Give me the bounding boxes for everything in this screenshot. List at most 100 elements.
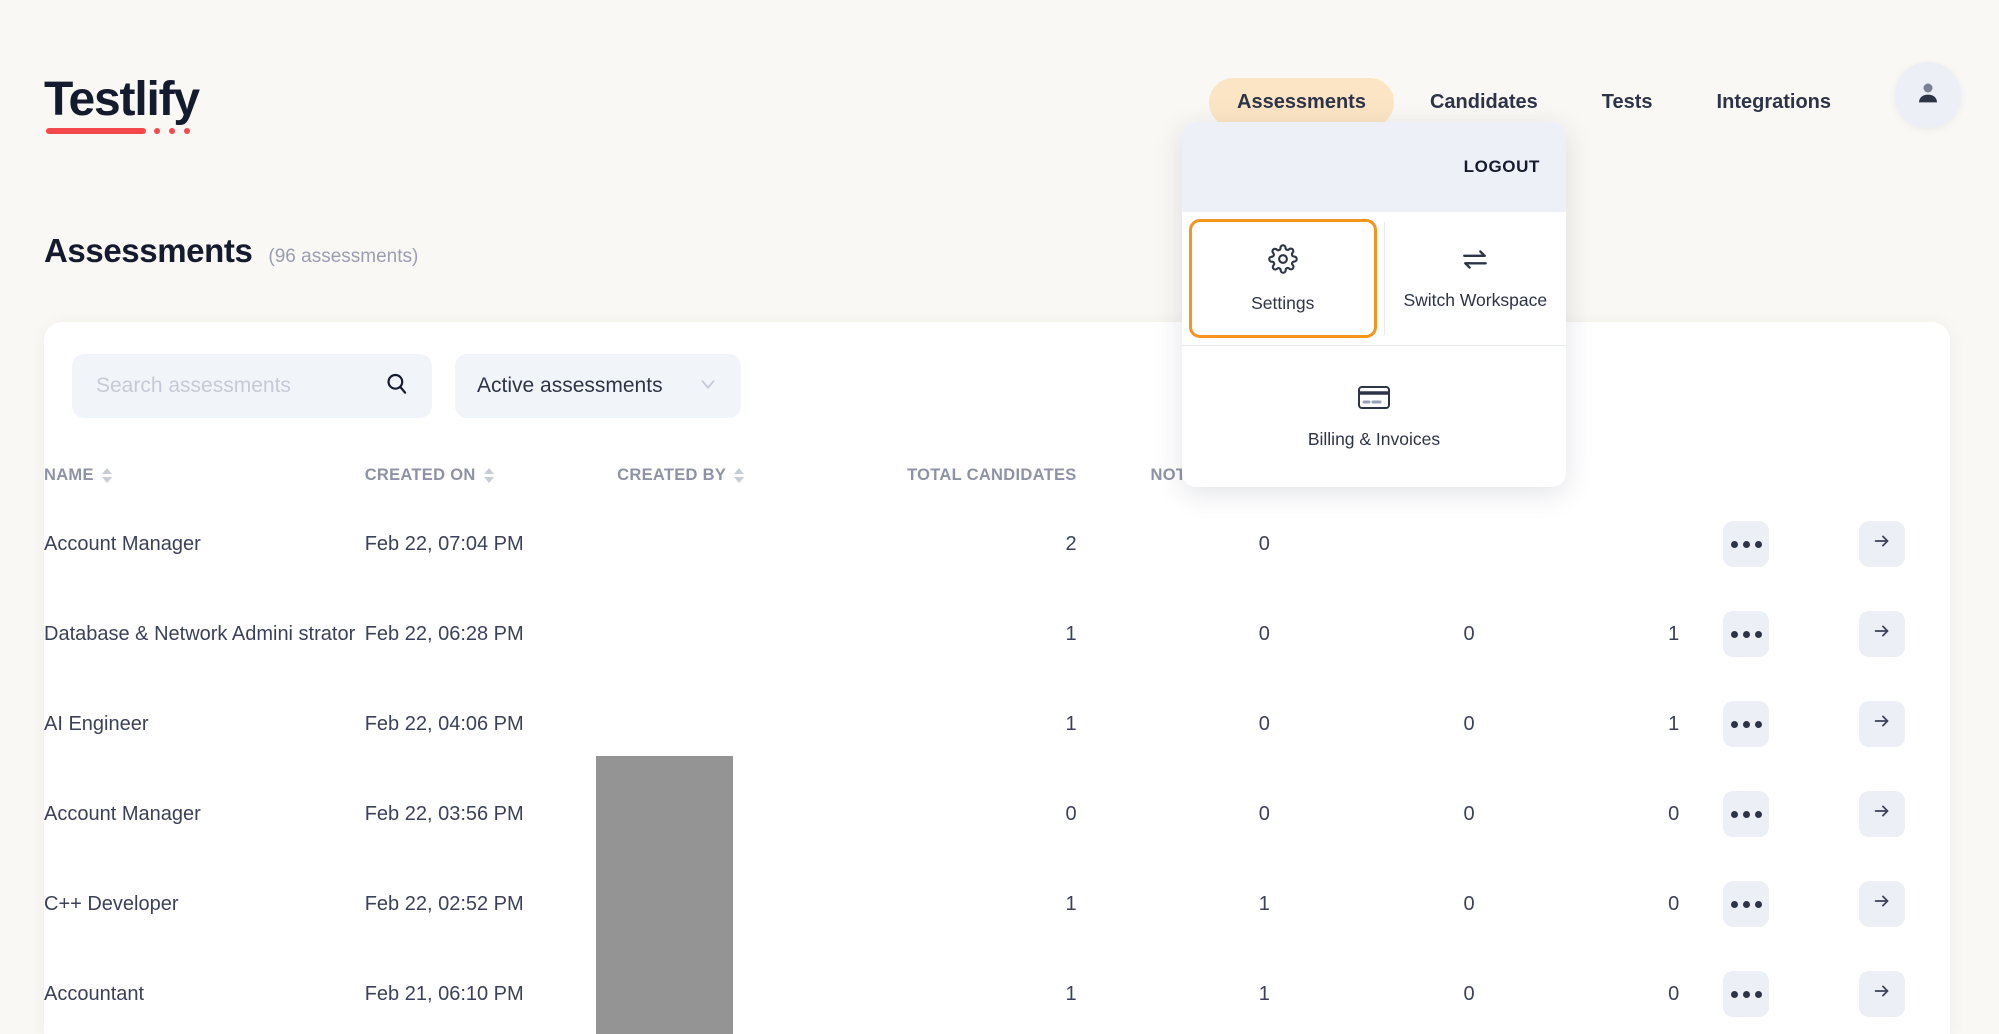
profile-menu-label-switch-workspace: Switch Workspace [1403,289,1548,310]
table-row[interactable]: Accountant Feb 21, 06:10 PM 1 1 0 0 [44,949,1950,1034]
table-row[interactable]: AI Engineer Feb 22, 04:06 PM 1 0 0 1 [44,679,1950,769]
sort-icon[interactable] [101,467,112,484]
gear-icon [1267,243,1298,279]
cell-in-progress: 0 [1463,622,1475,645]
cell-in-progress: 0 [1463,802,1475,825]
page-title-row: Assessments (96 assessments) [44,232,418,270]
cell-row-open [1813,589,1950,679]
arrow-right-icon [1871,890,1893,918]
search-icon[interactable] [384,371,410,402]
column-header-total-candidates: TOTAL CANDIDATES [881,452,1077,499]
profile-menu-item-settings[interactable]: Settings [1189,219,1377,338]
cell-row-menu [1679,949,1813,1034]
cell-row-menu [1679,769,1813,859]
cell-row-open [1813,499,1950,589]
row-menu-button[interactable] [1723,881,1770,927]
arrow-right-icon [1871,710,1893,738]
cell-created-by [617,499,881,589]
filter-select-value: Active assessments [477,374,663,397]
sort-icon[interactable] [734,467,745,484]
chevron-down-icon [697,373,719,400]
cell-in-progress [1270,499,1475,589]
logo-underline [46,128,146,134]
search-input[interactable] [94,373,384,399]
cell-name: Account Manager [44,802,201,825]
app-logo[interactable]: Testlify [44,76,200,124]
cell-not-started: 0 [1258,802,1270,825]
arrow-right-icon [1871,530,1893,558]
cell-in-progress: 0 [1463,712,1475,735]
nav-item-assessments[interactable]: Assessments [1209,78,1394,127]
sort-icon[interactable] [483,467,494,484]
column-header-created-on[interactable]: CREATED ON [365,452,617,499]
page-subtitle: (96 assessments) [268,246,419,267]
row-open-button[interactable] [1858,971,1905,1017]
row-open-button[interactable] [1858,521,1905,567]
column-header-menu [1679,452,1813,499]
cell-not-started: 1 [1258,892,1270,915]
cell-completed: 0 [1668,892,1680,915]
table-row[interactable]: Account Manager Feb 22, 07:04 PM 2 0 [44,499,1950,589]
page-title: Assessments [44,232,253,269]
row-menu-button[interactable] [1723,971,1770,1017]
swap-arrows-icon [1460,247,1490,276]
cell-total-candidates: 0 [1065,802,1077,825]
cell-created-by [617,589,881,679]
profile-menu-item-switch-workspace[interactable]: Switch Workspace [1384,212,1566,345]
table-toolbar: Active assessments [72,354,741,418]
row-open-button[interactable] [1858,791,1905,837]
profile-menu-label-settings: Settings [1251,292,1315,313]
filter-select[interactable]: Active assessments [455,354,741,418]
column-header-created-by[interactable]: CREATED BY [617,452,881,499]
table-row[interactable]: C++ Developer Feb 22, 02:52 PM 1 1 0 0 [44,859,1950,949]
row-open-button[interactable] [1858,881,1905,927]
cell-completed: 1 [1668,712,1680,735]
cell-total-candidates: 1 [1065,892,1077,915]
nav-item-candidates[interactable]: Candidates [1402,78,1566,127]
ellipsis-icon [1730,810,1762,818]
cell-row-open [1813,769,1950,859]
table-row[interactable]: Account Manager Feb 22, 03:56 PM 0 0 0 0 [44,769,1950,859]
cell-row-menu [1679,589,1813,679]
row-menu-button[interactable] [1723,521,1770,567]
cell-created-on: Feb 21, 06:10 PM [364,982,524,1005]
cell-total-candidates: 1 [1065,982,1077,1005]
profile-dropdown-header: LOGOUT [1182,122,1566,212]
row-menu-button[interactable] [1723,701,1770,747]
ellipsis-icon [1730,540,1762,548]
ellipsis-icon [1730,630,1762,638]
credit-card-icon [1357,384,1391,415]
profile-dropdown: LOGOUT Settings Switch Workspace Billing… [1182,122,1566,487]
profile-menu-item-billing[interactable]: Billing & Invoices [1182,346,1566,487]
cell-total-candidates: 1 [1065,712,1077,735]
cell-row-open [1813,859,1950,949]
logout-button[interactable]: LOGOUT [1464,157,1540,177]
ellipsis-icon [1730,900,1762,908]
column-header-name[interactable]: NAME [44,452,365,499]
ellipsis-icon [1730,720,1762,728]
cell-row-menu [1679,859,1813,949]
cell-total-candidates: 2 [1065,532,1077,555]
cell-completed [1475,499,1680,589]
cell-created-on: Feb 22, 04:06 PM [364,712,524,735]
table-row[interactable]: Database & Network Admini strator Feb 22… [44,589,1950,679]
cell-created-on: Feb 22, 02:52 PM [364,892,524,915]
cell-created-on: Feb 22, 07:04 PM [364,532,524,555]
nav-item-tests[interactable]: Tests [1574,78,1681,127]
cell-name: Database & Network Admini strator [44,622,356,645]
row-menu-button[interactable] [1723,791,1770,837]
cell-not-started: 1 [1258,982,1270,1005]
nav-item-integrations[interactable]: Integrations [1689,78,1859,127]
arrow-right-icon [1871,980,1893,1008]
row-open-button[interactable] [1858,611,1905,657]
redacted-created-by-block [596,756,733,1034]
row-menu-button[interactable] [1723,611,1770,657]
row-open-button[interactable] [1858,701,1905,747]
cell-in-progress: 0 [1463,892,1475,915]
avatar-button[interactable] [1895,62,1961,128]
cell-total-candidates: 1 [1065,622,1077,645]
column-label-name: NAME [44,466,94,484]
cell-created-on: Feb 22, 06:28 PM [364,622,524,645]
search-box[interactable] [72,354,432,418]
assessments-card: Active assessments NAME CREATED ON [44,322,1950,1034]
